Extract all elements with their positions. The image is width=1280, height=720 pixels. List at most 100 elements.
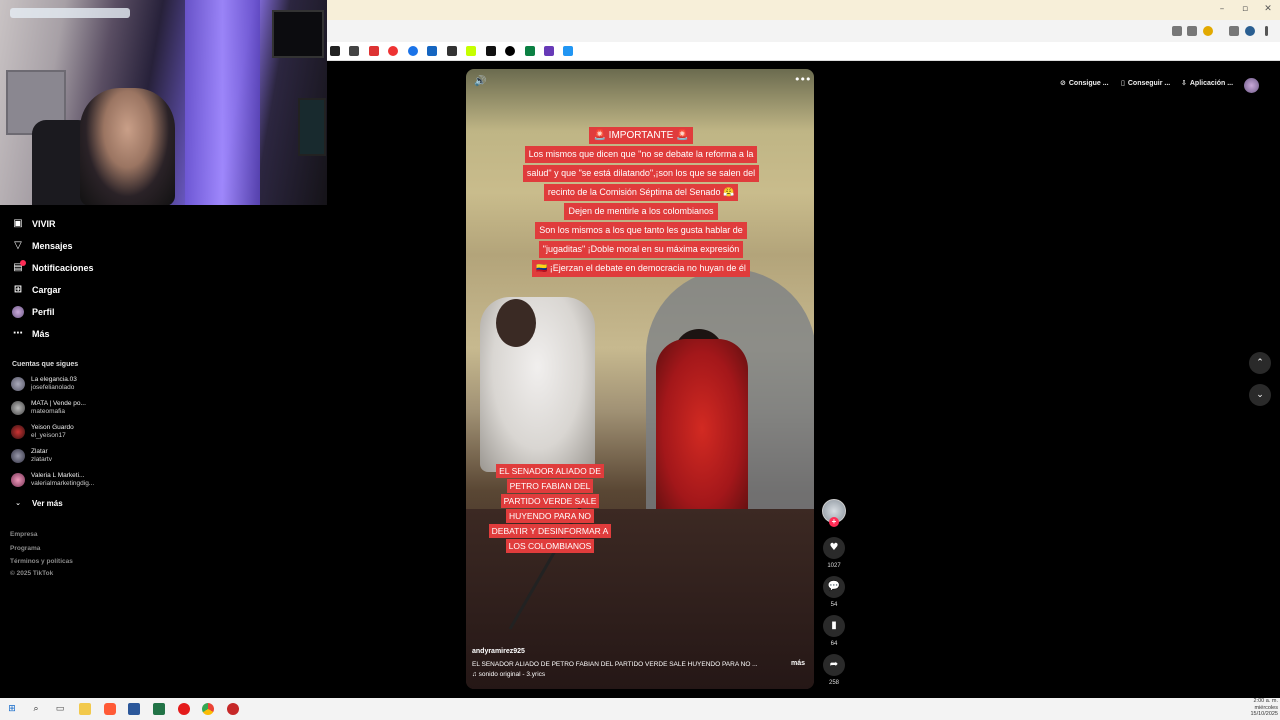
video-description: EL SENADOR ALIADO DE PETRO FABIAN DEL PA… bbox=[472, 661, 758, 668]
bookmark-icon[interactable] bbox=[330, 46, 340, 56]
like-count: 1027 bbox=[827, 563, 841, 569]
footer-link-terms[interactable]: Términos y políticas bbox=[10, 558, 73, 565]
following-title: Cuentas que sigues bbox=[12, 361, 79, 368]
file-explorer-icon[interactable] bbox=[79, 703, 91, 715]
nav-label: VIVIR bbox=[32, 219, 56, 229]
maximize-icon[interactable]: ▫ bbox=[1234, 4, 1256, 14]
description-more-link[interactable]: más bbox=[791, 660, 805, 667]
avatar bbox=[11, 401, 25, 415]
profile-avatar-icon bbox=[12, 306, 24, 318]
excel-icon[interactable] bbox=[153, 703, 165, 715]
windows-start-icon[interactable]: ⊞ bbox=[6, 703, 18, 715]
menu-icon[interactable] bbox=[1265, 26, 1268, 36]
bookmark-icon[interactable] bbox=[349, 46, 360, 56]
bookmark-icon[interactable] bbox=[563, 46, 574, 56]
nav-upload[interactable]: ⊞ Cargar bbox=[12, 281, 61, 299]
browser-titlebar: – ▫ ✕ bbox=[327, 0, 1280, 20]
button-label: Conseguir ... bbox=[1127, 79, 1171, 87]
webcam-light bbox=[185, 0, 260, 205]
heart-icon[interactable]: ♥ bbox=[823, 537, 845, 559]
following-account[interactable]: Valeria L Marketi... valerialmarketingdig… bbox=[11, 468, 94, 492]
app-icon[interactable] bbox=[227, 703, 239, 715]
search-icon[interactable]: ⌕ bbox=[30, 703, 42, 715]
account-name: Yeison Guardo bbox=[31, 424, 74, 431]
video-sound[interactable]: ♫ sonido original - 3.yrics bbox=[472, 671, 545, 678]
bookmark-icon[interactable] bbox=[407, 46, 418, 56]
see-more-label: Ver más bbox=[32, 498, 63, 508]
volume-icon[interactable]: 🔊 bbox=[474, 76, 486, 87]
more-options-icon[interactable]: ••• bbox=[794, 73, 811, 86]
user-avatar[interactable] bbox=[1244, 78, 1259, 93]
opera-icon[interactable] bbox=[178, 703, 190, 715]
close-icon[interactable]: ✕ bbox=[1257, 4, 1279, 14]
webcam-overlay bbox=[0, 0, 327, 205]
extensions-icon[interactable] bbox=[1229, 26, 1239, 36]
translate-icon[interactable] bbox=[1187, 26, 1197, 36]
bookmark-icon[interactable] bbox=[505, 46, 516, 56]
footer-link-company[interactable]: Empresa bbox=[10, 531, 37, 538]
footer-copyright: © 2025 TikTok bbox=[10, 570, 54, 577]
next-video-button[interactable]: ⌄ bbox=[1249, 384, 1271, 406]
bookmark-icon[interactable]: ▮ bbox=[823, 615, 845, 637]
bookmark-icon[interactable] bbox=[524, 46, 535, 56]
bookmark-icon[interactable] bbox=[485, 46, 496, 56]
avatar bbox=[11, 449, 25, 463]
save-action[interactable]: ▮ 64 bbox=[822, 615, 846, 647]
browser-toolbar bbox=[327, 20, 1280, 44]
account-name: Zlatar bbox=[31, 448, 48, 455]
following-account[interactable]: MATA | Vende po... mateomafia bbox=[11, 396, 86, 420]
caption-line: PETRO FABIAN DEL bbox=[506, 479, 594, 493]
chevron-down-icon: ⌄ bbox=[15, 499, 21, 507]
bookmark-icon[interactable] bbox=[368, 46, 379, 56]
desktop-app-button[interactable]: ⇩ Aplicación ... bbox=[1181, 79, 1233, 87]
chrome-icon[interactable] bbox=[202, 703, 214, 715]
footer-link-program[interactable]: Programa bbox=[10, 545, 40, 552]
video-player[interactable]: 🔊 ••• 🚨 IMPORTANTE 🚨 Los mismos que dice… bbox=[466, 69, 814, 689]
video-caption-top: 🚨 IMPORTANTE 🚨 Los mismos que dicen que … bbox=[496, 127, 786, 279]
profile-icon[interactable] bbox=[1245, 26, 1255, 36]
following-account[interactable]: Zlatar zlatartv bbox=[11, 444, 52, 468]
button-label: Consigue ... bbox=[1068, 79, 1109, 87]
bookmark-icon[interactable] bbox=[446, 46, 457, 56]
video-caption-bottom: EL SENADOR ALIADO DE PETRO FABIAN DEL PA… bbox=[486, 464, 614, 554]
previous-video-button[interactable]: ⌃ bbox=[1249, 352, 1271, 374]
get-coins-button[interactable]: ⊘ Consigue ... bbox=[1060, 79, 1109, 87]
share-action[interactable]: ➦ 258 bbox=[822, 654, 846, 686]
get-app-button[interactable]: ▯ Conseguir ... bbox=[1121, 79, 1170, 87]
nav-label: Más bbox=[32, 329, 50, 339]
video-author[interactable]: andyramirez925 bbox=[472, 648, 525, 655]
bookmark-icon[interactable] bbox=[388, 46, 399, 56]
like-action[interactable]: ♥ 1027 bbox=[822, 537, 846, 569]
account-name: Valeria L Marketi... bbox=[31, 472, 85, 479]
follow-plus-icon[interactable]: + bbox=[829, 517, 839, 527]
nav-live[interactable]: ▣ VIVIR bbox=[12, 215, 56, 233]
brave-browser-icon[interactable] bbox=[104, 703, 116, 715]
nav-label: Cargar bbox=[32, 285, 62, 295]
live-icon: ▣ bbox=[13, 218, 23, 229]
see-more-button[interactable]: ⌄ Ver más bbox=[12, 494, 63, 512]
account-handle: valerialmarketingdig... bbox=[31, 480, 95, 487]
comment-action[interactable]: 💬 54 bbox=[822, 576, 846, 608]
nav-more[interactable]: ⋯ Más bbox=[12, 325, 50, 343]
word-icon[interactable] bbox=[128, 703, 140, 715]
share-icon[interactable]: ➦ bbox=[823, 654, 845, 676]
cast-icon[interactable] bbox=[1172, 26, 1182, 36]
comment-icon[interactable]: 💬 bbox=[823, 576, 845, 598]
nav-profile[interactable]: Perfil bbox=[12, 303, 55, 321]
star-icon[interactable] bbox=[1203, 26, 1213, 36]
nav-messages[interactable]: ▽ Mensajes bbox=[12, 237, 72, 255]
caption-line: HUYENDO PARA NO bbox=[505, 509, 595, 523]
bookmark-icon[interactable] bbox=[427, 46, 438, 56]
caption-line: Dejen de mentirle a los colombianos bbox=[564, 203, 718, 220]
account-name: La elegancia.03 bbox=[31, 376, 77, 383]
caption-line: DEBATIR Y DESINFORMAR A bbox=[488, 524, 612, 538]
bookmark-icon[interactable] bbox=[543, 46, 554, 56]
task-view-icon[interactable]: ▭ bbox=[54, 703, 66, 715]
following-account[interactable]: Yeison Guardo el_yeison17 bbox=[11, 420, 74, 444]
bookmark-icon[interactable] bbox=[466, 46, 477, 56]
caption-line: EL SENADOR ALIADO DE bbox=[496, 464, 604, 478]
following-account[interactable]: La elegancia.03 josefelianolado bbox=[11, 372, 77, 396]
minimize-icon[interactable]: – bbox=[1211, 4, 1233, 14]
chevron-up-icon: ⌃ bbox=[1256, 358, 1264, 368]
system-clock[interactable]: 2:00 a. m. miércoles 15/10/2025 bbox=[1236, 698, 1278, 718]
